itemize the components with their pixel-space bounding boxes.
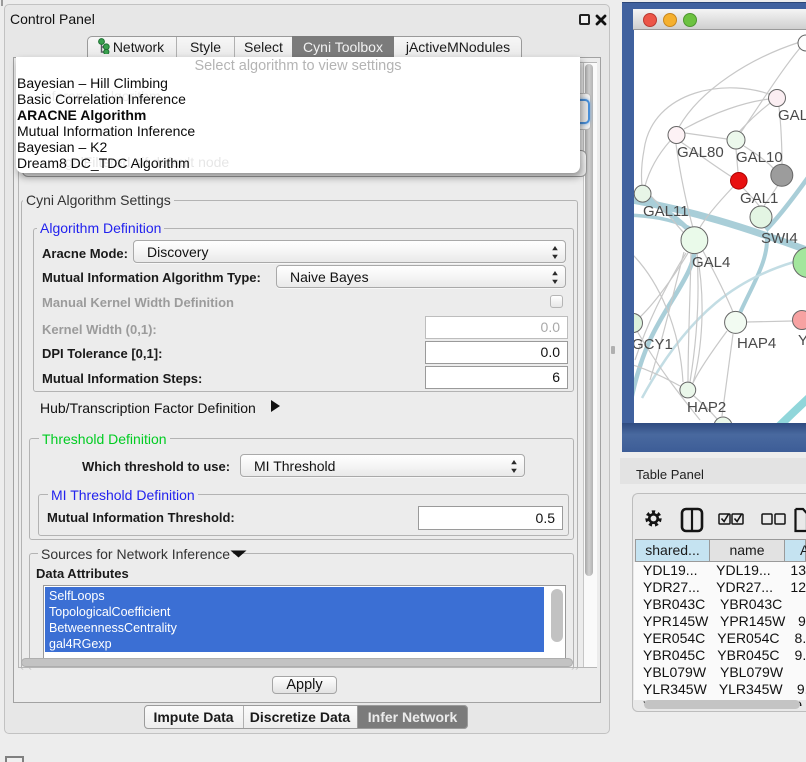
svg-text:GAL11: GAL11	[643, 203, 689, 220]
svg-text:GAL10: GAL10	[736, 149, 783, 166]
svg-text:GCY1: GCY1	[634, 336, 673, 353]
svg-text:GAL: GAL	[778, 107, 806, 124]
svg-text:GAL1: GAL1	[740, 190, 778, 207]
svg-text:HAP2: HAP2	[687, 399, 726, 416]
svg-text:GAL80: GAL80	[677, 144, 724, 161]
svg-text:SWI4: SWI4	[761, 230, 798, 247]
svg-text:Y: Y	[798, 332, 806, 349]
svg-text:GAL4: GAL4	[692, 254, 730, 271]
svg-text:HAP4: HAP4	[737, 335, 776, 352]
